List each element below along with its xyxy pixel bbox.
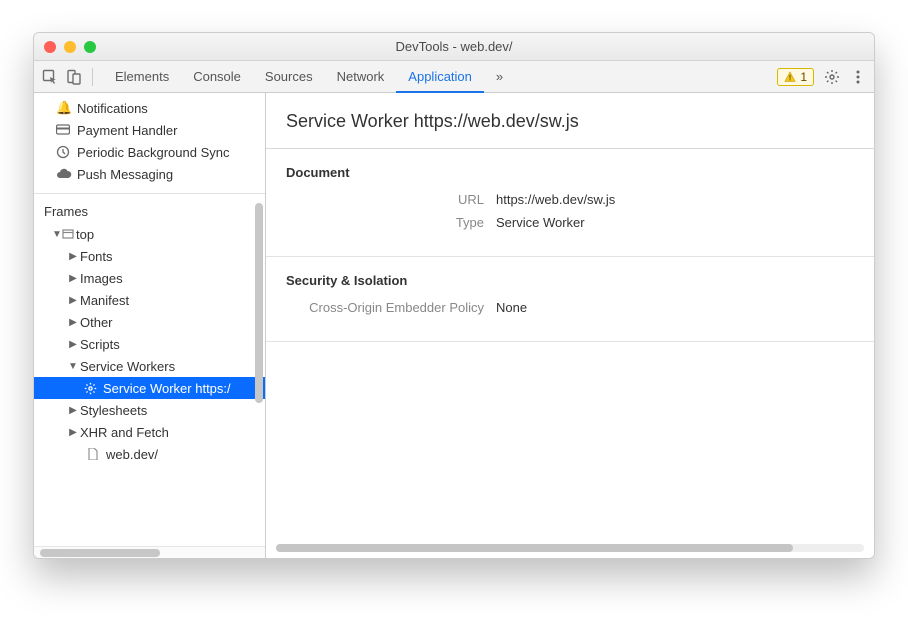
tree-node-other[interactable]: ▶Other — [34, 311, 265, 333]
page-title: Service Worker https://web.dev/sw.js — [266, 93, 874, 149]
document-icon — [88, 448, 100, 460]
chevron-right-icon: ▶ — [68, 427, 78, 438]
tree-node-fonts[interactable]: ▶Fonts — [34, 245, 265, 267]
devtools-toolbar: Elements Console Sources Network Applica… — [34, 61, 874, 93]
chevron-down-icon: ▼ — [68, 361, 78, 372]
panel-tabs: Elements Console Sources Network Applica… — [103, 61, 515, 93]
tree-node-scripts[interactable]: ▶Scripts — [34, 333, 265, 355]
frame-icon — [62, 228, 74, 240]
kv-value: Service Worker — [496, 215, 585, 230]
tree-label: Fonts — [80, 249, 113, 264]
tab-network[interactable]: Network — [325, 61, 397, 93]
separator — [92, 68, 93, 86]
sidebar-item-label: Push Messaging — [77, 167, 173, 182]
tab-console[interactable]: Console — [181, 61, 253, 93]
tree-label: Manifest — [80, 293, 129, 308]
kv-value: None — [496, 300, 527, 315]
chevron-right-icon: ▶ — [68, 273, 78, 284]
section-heading: Document — [286, 165, 854, 180]
chevron-right-icon: ▶ — [68, 317, 78, 328]
main-horizontal-scrollbar[interactable] — [266, 544, 874, 558]
tab-application[interactable]: Application — [396, 61, 484, 93]
kv-value: https://web.dev/sw.js — [496, 192, 615, 207]
gear-icon — [824, 69, 840, 85]
titlebar: DevTools - web.dev/ — [34, 33, 874, 61]
main-panel: Service Worker https://web.dev/sw.js Doc… — [266, 93, 874, 558]
more-button[interactable] — [850, 69, 866, 85]
inspect-icon[interactable] — [42, 69, 58, 85]
tree-label: web.dev/ — [106, 447, 158, 462]
tree-label: top — [76, 227, 94, 242]
tab-sources[interactable]: Sources — [253, 61, 325, 93]
kv-row: URL https://web.dev/sw.js — [286, 192, 854, 207]
tab-overflow[interactable]: » — [484, 61, 515, 93]
tree-node-service-worker-selected[interactable]: Service Worker https:/ — [34, 377, 265, 399]
kv-key: Type — [286, 215, 496, 230]
cloud-icon — [56, 168, 70, 180]
frames-section-title: Frames — [34, 194, 265, 223]
kebab-icon — [856, 69, 860, 85]
chevron-right-icon: ▶ — [68, 339, 78, 350]
bell-icon: 🔔 — [56, 100, 70, 116]
sidebar-item-push-messaging[interactable]: Push Messaging — [34, 163, 265, 185]
sidebar-item-label: Periodic Background Sync — [77, 145, 229, 160]
tree-node-manifest[interactable]: ▶Manifest — [34, 289, 265, 311]
warnings-badge[interactable]: 1 — [777, 68, 814, 86]
kv-key: Cross-Origin Embedder Policy — [286, 300, 496, 315]
sidebar-vertical-scrollbar[interactable] — [255, 203, 263, 403]
security-section: Security & Isolation Cross-Origin Embedd… — [266, 257, 874, 342]
settings-button[interactable] — [818, 69, 846, 85]
warning-icon — [784, 71, 796, 83]
tree-label: Other — [80, 315, 113, 330]
chevron-right-icon: ▶ — [68, 295, 78, 306]
device-toggle-icon[interactable] — [66, 69, 82, 85]
tree-label: Service Worker https:/ — [103, 381, 231, 396]
tree-node-service-workers[interactable]: ▼Service Workers — [34, 355, 265, 377]
kv-key: URL — [286, 192, 496, 207]
sidebar-item-periodic-sync[interactable]: Periodic Background Sync — [34, 141, 265, 163]
warnings-count: 1 — [800, 70, 807, 84]
sidebar-item-label: Notifications — [77, 101, 148, 116]
tab-elements[interactable]: Elements — [103, 61, 181, 93]
tree-label: XHR and Fetch — [80, 425, 169, 440]
sidebar-horizontal-scrollbar[interactable] — [34, 546, 265, 558]
tree-label: Service Workers — [80, 359, 175, 374]
tree-node-top[interactable]: ▼ top — [34, 223, 265, 245]
tree-node-images[interactable]: ▶Images — [34, 267, 265, 289]
kv-row: Cross-Origin Embedder Policy None — [286, 300, 854, 315]
chevron-right-icon: ▶ — [68, 405, 78, 416]
section-heading: Security & Isolation — [286, 273, 854, 288]
sidebar-item-label: Payment Handler — [77, 123, 177, 138]
sidebar-item-payment-handler[interactable]: Payment Handler — [34, 119, 265, 141]
clock-icon — [56, 145, 70, 159]
gear-icon — [84, 382, 97, 395]
document-section: Document URL https://web.dev/sw.js Type … — [266, 149, 874, 257]
window-title: DevTools - web.dev/ — [34, 39, 874, 54]
tree-label: Images — [80, 271, 123, 286]
chevron-down-icon: ▼ — [52, 229, 62, 240]
sidebar: 🔔 Notifications Payment Handler Perio — [34, 93, 266, 558]
sidebar-item-notifications[interactable]: 🔔 Notifications — [34, 97, 265, 119]
chevron-right-icon: ▶ — [68, 251, 78, 262]
tree-node-webdev-file[interactable]: web.dev/ — [34, 443, 265, 465]
tree-node-stylesheets[interactable]: ▶Stylesheets — [34, 399, 265, 421]
frames-tree: ▼ top ▶Fonts ▶Images ▶Manifest ▶Other ▶S… — [34, 223, 265, 465]
tree-node-xhr-fetch[interactable]: ▶XHR and Fetch — [34, 421, 265, 443]
kv-row: Type Service Worker — [286, 215, 854, 230]
devtools-window: DevTools - web.dev/ Elements Console Sou… — [33, 32, 875, 559]
tree-label: Stylesheets — [80, 403, 147, 418]
card-icon — [56, 124, 70, 136]
tree-label: Scripts — [80, 337, 120, 352]
